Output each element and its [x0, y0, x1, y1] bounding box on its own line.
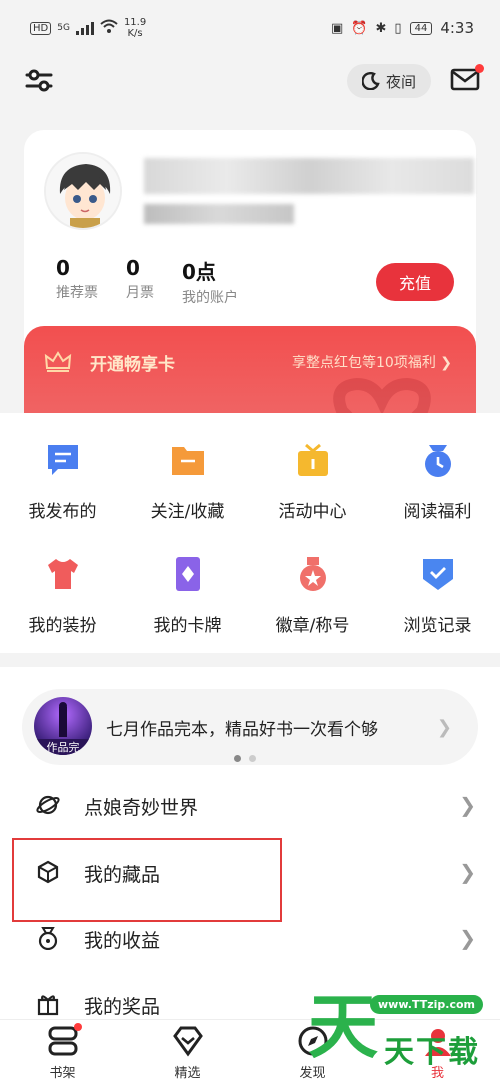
night-mode-button[interactable]: 夜间 [347, 64, 431, 98]
chevron-right-icon: ❯ [459, 860, 476, 884]
grid-item-browse-history[interactable]: 浏览记录 [375, 555, 500, 636]
user-id-blurred [144, 204, 294, 224]
vibrate-icon: ▯ [394, 20, 402, 36]
stat-account-balance[interactable]: 0点 我的账户 [182, 256, 238, 307]
wifi-icon [100, 19, 118, 37]
network-type: 5G [57, 23, 70, 33]
recharge-button[interactable]: 充值 [376, 263, 454, 301]
battery-icon: 44 [409, 21, 433, 35]
stat-recommend-votes[interactable]: 0 推荐票 [56, 256, 98, 302]
grid-item-reading-benefits[interactable]: 阅读福利 [375, 441, 500, 522]
alarm-icon: ⏰ [351, 20, 368, 36]
moon-icon [361, 72, 380, 90]
svg-text:作品完: 作品完 [47, 740, 80, 754]
vip-benefits: 享整点红包等10项福利 ❯ [292, 355, 452, 371]
top-bar: 夜间 [0, 56, 500, 106]
grid-item-activity-center[interactable]: 活动中心 [250, 441, 375, 522]
gift-box-icon [37, 995, 59, 1016]
list-item-dianniang-world[interactable]: 点娘奇妙世界 ❯ [0, 777, 500, 835]
tshirt-icon [47, 559, 78, 589]
chevron-right-icon: ❯ [459, 793, 476, 817]
promo-text: 七月作品完本，精品好书一次看个够 [106, 720, 378, 740]
status-bar: HD 5G 11.9 K/s ▣ ⏰ ✱ ▯ 44 4:33 [0, 0, 500, 56]
vip-card-banner[interactable]: 开通畅享卡 享整点红包等10项福利 ❯ [24, 326, 476, 416]
grid-item-my-cards[interactable]: 我的卡牌 [125, 555, 250, 636]
promo-banner[interactable]: 作品完 七月作品完本，精品好书一次看个够 ❯ [22, 689, 478, 765]
vip-title: 开通畅享卡 [90, 355, 175, 375]
clock: 4:33 [440, 19, 474, 37]
diamond-icon [172, 1026, 203, 1057]
crown-icon [44, 351, 72, 372]
chat-icon [47, 445, 78, 475]
bookshelf-badge [73, 1023, 82, 1031]
bluetooth-icon: ✱ [375, 20, 387, 36]
nav-tab-featured[interactable]: 精选 [125, 1024, 250, 1081]
nav-tab-bookshelf[interactable]: 书架 [0, 1023, 125, 1081]
folder-icon [171, 447, 204, 475]
card-icon [175, 557, 200, 591]
grid-item-badges-titles[interactable]: 徽章/称号 [250, 555, 375, 636]
hd-indicator: HD [30, 21, 52, 35]
highlight-box [12, 838, 282, 922]
history-icon [422, 559, 453, 590]
avatar[interactable] [44, 152, 122, 230]
carousel-dots [234, 755, 256, 762]
mail-button[interactable] [450, 64, 484, 96]
net-speed: 11.9 K/s [123, 17, 147, 39]
planet-icon [36, 795, 60, 815]
nfc-icon: ▣ [331, 20, 344, 36]
promo-image: 作品完 [34, 697, 92, 755]
heart-knot-icon [333, 377, 431, 416]
clock-bag-icon [424, 445, 451, 477]
gift-icon [297, 443, 328, 476]
settings-sliders-icon[interactable] [24, 66, 54, 96]
site-watermark: 天 www.TTzip.com 天下载 [300, 985, 500, 1084]
night-mode-label: 夜间 [385, 72, 416, 91]
mail-badge [475, 64, 484, 73]
grid-item-my-posts[interactable]: 我发布的 [0, 441, 125, 522]
medal-icon [299, 557, 326, 591]
stat-monthly-votes[interactable]: 0 月票 [126, 256, 154, 302]
grid-item-follow-favorites[interactable]: 关注/收藏 [125, 441, 250, 522]
chevron-right-icon: ❯ [459, 926, 476, 950]
grid-item-my-outfits[interactable]: 我的装扮 [0, 555, 125, 636]
coin-bag-icon [38, 927, 58, 950]
chevron-right-icon: ❯ [436, 717, 452, 738]
username-blurred [144, 158, 474, 194]
feature-grid: 我发布的 关注/收藏 活动中心 阅读福利 我的装扮 我的卡牌 徽章/称号 浏览记… [0, 413, 500, 653]
signal-icon [75, 21, 94, 35]
